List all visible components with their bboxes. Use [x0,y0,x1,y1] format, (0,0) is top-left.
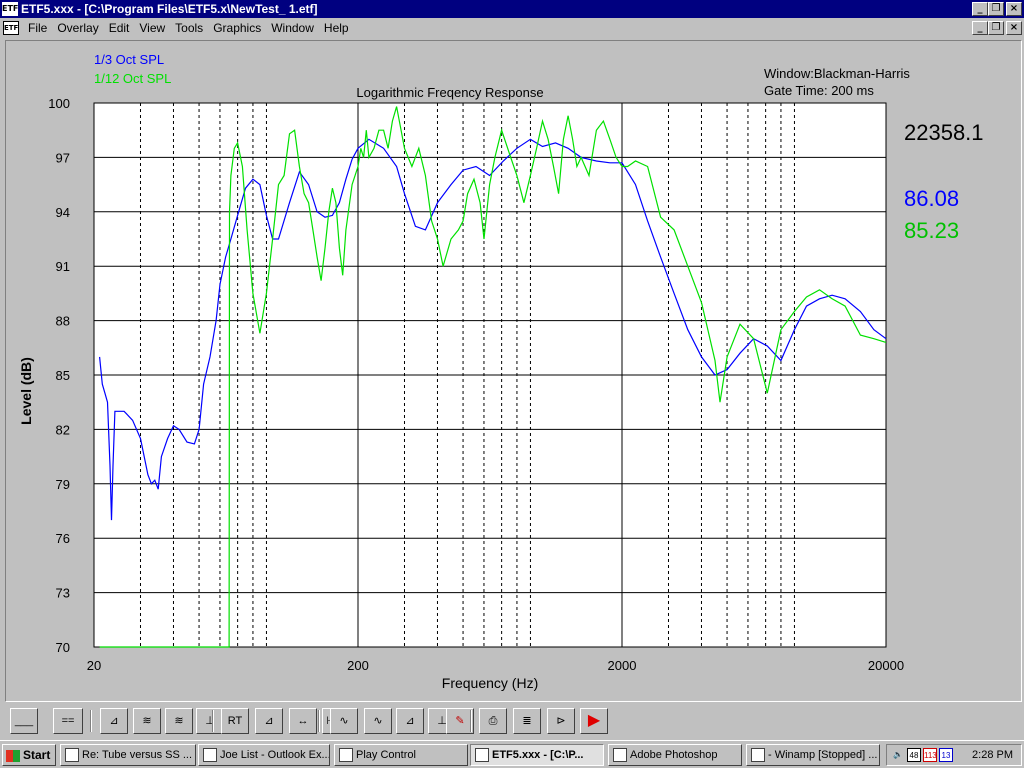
etf-icon [475,748,489,763]
chart-title: Logarithmic Freqency Response [356,85,543,100]
notes-button[interactable]: ≣ [513,708,541,734]
task-label: Adobe Photoshop [630,749,718,761]
y-tick-label: 76 [56,531,70,546]
decay-button[interactable]: ⊿ [396,708,424,734]
toolbar-separator [470,710,472,732]
tool-bar: ___==⊿≋≋⊥RT⊿↔⊢⊣∿∿⊿⊥✎⎙≣⊳▶ [0,704,1024,738]
gate-time-label: Gate Time: 200 ms [764,83,874,98]
y-tick-label: 85 [56,368,70,383]
play-control-icon [339,748,353,763]
frequency-response-chart[interactable]: 100 97 94 91 88 85 82 79 76 73 70 20 200 2000 20000 Log… [6,41,1021,701]
windows-flag-icon [6,749,20,762]
doc-restore-button[interactable]: ❐ [988,21,1004,35]
legend-13oct: 1/3 Oct SPL [94,52,164,67]
waterfall-multi-button[interactable]: ≋ [165,708,193,734]
speaker-icon[interactable]: 🔈 [891,748,905,762]
clock[interactable]: 2:28 PM [972,745,1013,765]
title-bar: ETF ETF5.xxx - [C:\Program Files\ETF5.x\… [0,0,1024,18]
y-tick-label: 94 [56,205,70,220]
start-button[interactable]: Start [2,744,56,766]
green-level-readout: 85.23 [904,218,959,243]
menu-graphics[interactable]: Graphics [208,21,266,35]
y-tick-label: 82 [56,422,70,437]
y-tick-label: 100 [48,96,70,111]
y-tick-label: 79 [56,477,70,492]
impulse-button[interactable]: ⊿ [100,708,128,734]
x-tick-label: 20 [87,658,101,673]
minimize-button[interactable]: _ [972,2,988,16]
x-axis-label: Frequency (Hz) [442,675,538,691]
frequency-readout: 22358.1 [904,120,984,145]
y-tick-label: 91 [56,259,70,274]
blue-level-readout: 86.08 [904,186,959,211]
tray-app-icon-1[interactable]: 48 [907,748,921,762]
taskbar: Start Re: Tube versus SS ... Joe List - … [0,740,1024,768]
stop-button[interactable]: ▶ [580,708,608,734]
restore-button[interactable]: ❐ [988,2,1004,16]
menu-tools[interactable]: Tools [170,21,208,35]
task-label: Re: Tube versus SS ... [82,749,193,761]
etf-app-icon[interactable]: ETF [2,2,18,16]
y-tick-label: 88 [56,314,70,329]
doc-minimize-button[interactable]: _ [972,21,988,35]
waterfall-button[interactable]: ≋ [133,708,161,734]
phase-button[interactable]: ∿ [364,708,392,734]
tray-app-icon-3[interactable]: 13 [939,748,953,762]
task-play-control[interactable]: Play Control [334,744,468,766]
menu-help[interactable]: Help [319,21,354,35]
menu-file[interactable]: File [23,21,52,35]
clear-plot-button[interactable]: ___ [10,708,38,734]
tray-app-icon-2[interactable]: 113 [923,748,937,762]
y-axis-label: Level (dB) [18,357,34,425]
task-winamp[interactable]: - Winamp [Stopped] ... [746,744,880,766]
winamp-icon [751,748,765,763]
x-tick-label: 2000 [608,658,637,673]
slider-button[interactable]: == [53,708,83,734]
response-button[interactable]: ∿ [330,708,358,734]
x-tick-label: 20000 [868,658,904,673]
menu-bar: ETF File Overlay Edit View Tools Graphic… [0,18,1024,38]
start-label: Start [23,748,51,762]
photoshop-icon [613,748,627,763]
y-tick-label: 73 [56,586,70,601]
close-button[interactable]: × [1006,2,1022,16]
task-photoshop[interactable]: Adobe Photoshop [608,744,742,766]
toolbar-separator [212,710,214,732]
toolbar-separator [90,710,92,732]
toolbar-separator [318,710,320,732]
menu-window[interactable]: Window [266,21,319,35]
menu-edit[interactable]: Edit [104,21,135,35]
y-tick-label: 97 [56,150,70,165]
task-outlook[interactable]: Joe List - Outlook Ex... [198,744,330,766]
doc-close-button[interactable]: × [1006,21,1022,35]
window-title: ETF5.xxx - [C:\Program Files\ETF5.x\NewT… [21,2,318,16]
document-icon[interactable]: ETF [3,21,19,35]
task-label: Play Control [356,749,416,761]
rt-button[interactable]: RT [221,708,249,734]
system-tray: 🔈 48 113 13 2:28 PM [886,744,1022,766]
x-tick-label: 200 [347,658,369,673]
energy-time-button[interactable]: ⊿ [255,708,283,734]
chart-area: 100 97 94 91 88 85 82 79 76 73 70 20 200 2000 20000 Log… [5,40,1022,702]
task-label: Joe List - Outlook Ex... [220,749,330,761]
print-button[interactable]: ⎙ [479,708,507,734]
generator-button[interactable]: ⊳ [547,708,575,734]
marker-button[interactable]: ⊥ [196,708,224,734]
y-tick-label: 70 [56,640,70,655]
legend-112oct: 1/12 Oct SPL [94,71,171,86]
task-outlook-reply[interactable]: Re: Tube versus SS ... [60,744,196,766]
task-label: - Winamp [Stopped] ... [768,749,878,761]
menu-view[interactable]: View [134,21,170,35]
zoom-out-button[interactable]: ↔ [289,708,317,734]
task-etf5[interactable]: ETF5.xxx - [C:\P... [470,744,604,766]
window-function-label: Window:Blackman-Harris [764,66,910,81]
outlook-icon [203,748,217,763]
menu-overlay[interactable]: Overlay [52,21,103,35]
task-label: ETF5.xxx - [C:\P... [492,749,584,761]
mail-icon [65,748,79,763]
